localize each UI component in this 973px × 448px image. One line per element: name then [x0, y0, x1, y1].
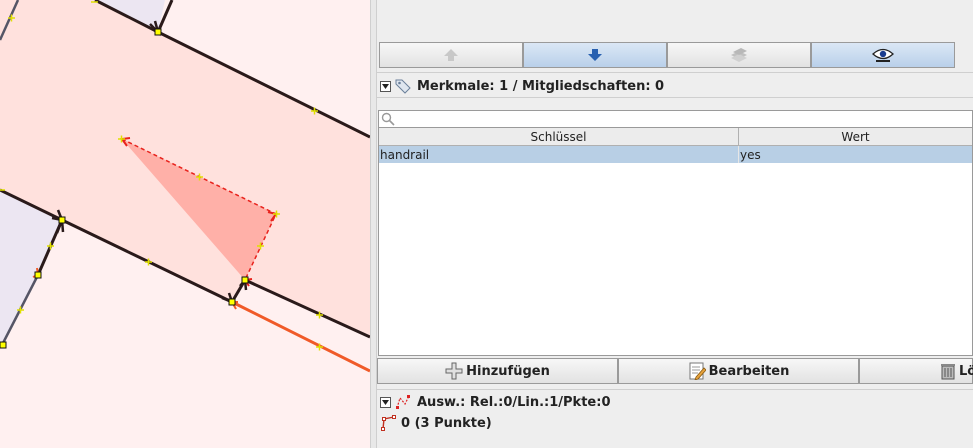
tag-value-cell[interactable]: yes — [739, 146, 972, 163]
move-up-button[interactable] — [379, 42, 523, 68]
collapse-icon[interactable] — [380, 396, 391, 408]
collapse-icon[interactable] — [380, 80, 391, 92]
tags-panel-header[interactable]: Merkmale: 1 / Mitgliedschaften: 0 — [377, 76, 973, 96]
divider — [377, 72, 973, 73]
eye-icon — [872, 47, 894, 63]
panel-splitter[interactable] — [370, 0, 377, 448]
list-item[interactable]: 0 (3 Punkte) — [380, 414, 492, 432]
merge-layers-button[interactable] — [667, 42, 811, 68]
side-panel: Merkmale: 1 / Mitgliedschaften: 0 Schlüs… — [377, 0, 973, 448]
delete-button-label: Lö — [959, 363, 973, 379]
building-area-band[interactable] — [0, 0, 370, 337]
tags-table: Schlüssel Wert handrail yes — [378, 128, 973, 356]
map-view[interactable] — [0, 0, 370, 448]
map-canvas[interactable] — [0, 0, 370, 448]
tag-icon — [395, 78, 411, 94]
tags-panel-title: Merkmale: 1 / Mitgliedschaften: 0 — [417, 78, 665, 94]
move-down-button[interactable] — [523, 42, 667, 68]
layer-toolbar — [379, 42, 973, 68]
edit-icon — [688, 362, 706, 380]
move-down-icon — [587, 48, 603, 62]
selection-panel-header[interactable]: Ausw.: Rel.:0/Lin.:1/Pkte:0 — [377, 392, 973, 412]
toggle-visibility-button[interactable] — [811, 42, 955, 68]
selection-icon — [395, 394, 411, 410]
selection-panel-title: Ausw.: Rel.:0/Lin.:1/Pkte:0 — [417, 394, 611, 410]
search-input[interactable] — [397, 111, 967, 127]
selection-item-label: 0 (3 Punkte) — [401, 415, 492, 431]
tag-actions: Hinzufügen Bearbeiten Lö — [377, 358, 973, 384]
divider — [377, 389, 973, 390]
way-icon — [380, 415, 396, 431]
divider — [377, 97, 973, 98]
move-up-icon — [443, 48, 459, 62]
column-header-key[interactable]: Schlüssel — [379, 128, 739, 145]
search-icon — [381, 112, 395, 129]
trash-icon — [940, 362, 956, 380]
add-button[interactable]: Hinzufügen — [377, 358, 618, 384]
tag-search[interactable] — [378, 110, 973, 128]
edit-button-label: Bearbeiten — [708, 363, 790, 379]
layers-icon — [729, 47, 749, 63]
tag-key-cell[interactable]: handrail — [379, 146, 739, 163]
column-header-value[interactable]: Wert — [739, 128, 972, 145]
plus-icon — [445, 362, 463, 380]
add-button-label: Hinzufügen — [466, 363, 550, 379]
edit-button[interactable]: Bearbeiten — [618, 358, 859, 384]
table-row[interactable]: handrail yes — [379, 146, 972, 163]
table-header: Schlüssel Wert — [379, 128, 972, 146]
delete-button[interactable]: Lö — [859, 358, 973, 384]
